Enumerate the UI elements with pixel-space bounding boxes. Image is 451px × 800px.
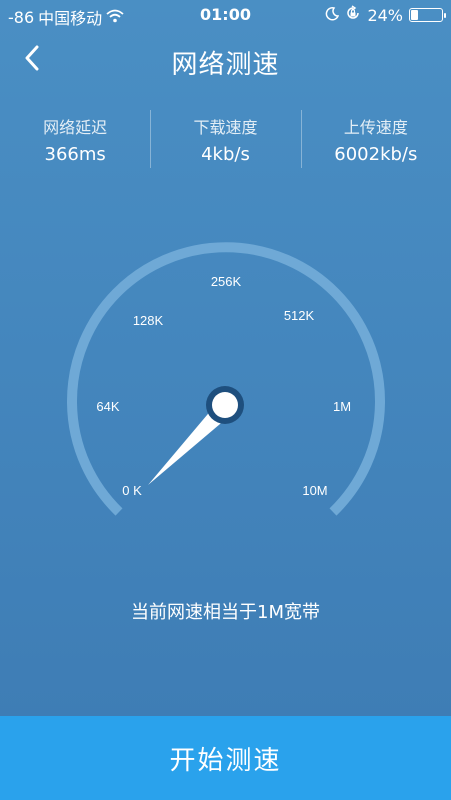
battery-percent: 24% (367, 5, 403, 25)
gauge-label-0k: 0 K (122, 483, 142, 498)
battery-fill (411, 10, 418, 20)
gauge-label-256k: 256K (211, 274, 242, 289)
stat-label: 网络延迟 (43, 118, 108, 137)
stat-value: 366ms (44, 144, 106, 165)
result-text: 当前网速相当于1M宽带 (131, 602, 320, 623)
stat-label: 下载速度 (193, 118, 258, 137)
stat-label: 上传速度 (343, 118, 408, 137)
speedometer-svg: 0 K 64K 128K 256K 512K 1M 10M (67, 242, 385, 516)
stat-upload: 上传速度 6002kb/s (300, 108, 451, 174)
status-bar: -86 中国移动 01:00 24% (0, 0, 451, 32)
gauge-label-64k: 64K (96, 399, 119, 414)
gauge-label-10m: 10M (302, 483, 327, 498)
rotation-lock-icon (345, 5, 361, 25)
stat-value: 6002kb/s (334, 144, 418, 165)
gauge-label-1m: 1M (333, 399, 351, 414)
stat-download: 下载速度 4kb/s (150, 108, 300, 174)
moon-icon (325, 6, 340, 25)
status-right: 24% (325, 5, 446, 25)
nav-bar: 网络测速 (0, 32, 451, 88)
start-test-button[interactable]: 开始测速 (0, 716, 451, 800)
stats-row: 网络延迟 366ms 下载速度 4kb/s 上传速度 6002kb/s (0, 108, 451, 174)
speedometer: 0 K 64K 128K 256K 512K 1M 10M (0, 220, 451, 550)
stat-latency: 网络延迟 366ms (0, 108, 150, 174)
gauge-label-128k: 128K (133, 313, 164, 328)
gauge-label-512k: 512K (284, 308, 315, 323)
battery-icon (409, 8, 446, 22)
gauge-hub-center (212, 392, 238, 418)
page-title: 网络测速 (171, 50, 280, 80)
stat-value: 4kb/s (201, 144, 250, 165)
start-test-label: 开始测速 (169, 745, 282, 776)
